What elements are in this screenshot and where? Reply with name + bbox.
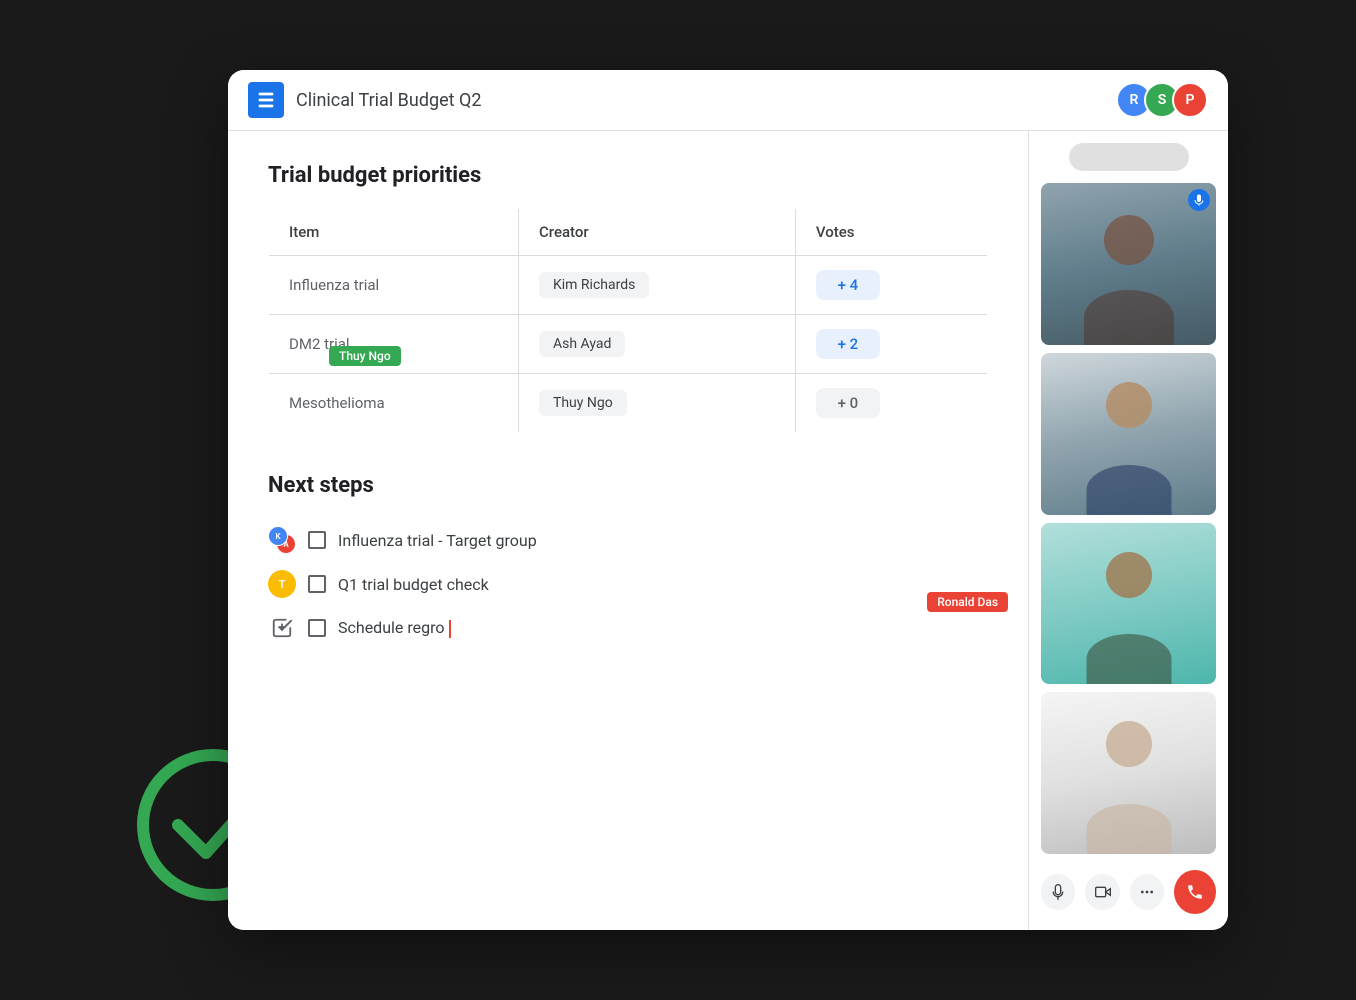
end-call-button[interactable] [1174,870,1216,914]
item-cell-1: Influenza trial [269,256,519,315]
list-item: Schedule regro Ronald Das [268,606,988,650]
video-tile-1 [1041,183,1216,345]
mic-active-badge [1188,189,1210,211]
task-text-2: Q1 trial budget check [338,575,988,594]
votes-cell-1: + 4 [795,256,987,315]
creator-chip-3: Thuy Ngo [539,390,627,416]
document-area: Trial budget priorities Item Creator Vot… [228,131,1028,930]
cursor-tooltip-ronald: Ronald Das [927,592,1008,612]
cursor-tooltip-thuy: Thuy Ngo [329,346,401,366]
col-creator: Creator [518,209,795,256]
section1-title: Trial budget priorities [268,163,988,188]
vote-badge-3[interactable]: + 0 [816,388,880,418]
col-item: Item [269,209,519,256]
votes-cell-2: + 2 [795,315,987,374]
video-tile-2 [1041,353,1216,515]
section2-title: Next steps [268,473,988,498]
task-checkbox-2[interactable] [308,575,326,593]
assignee-avatar-single-2: T [268,570,296,598]
list-item: K A Influenza trial - Target group [268,518,988,562]
votes-cell-3: + 0 [795,374,987,433]
assignee-avatar-group-1: K A [268,526,296,554]
creator-cell-2: Ash Ayad [518,315,795,374]
creator-chip-2: Ash Ayad [539,331,625,357]
col-votes: Votes [795,209,987,256]
budget-table: Item Creator Votes Influenza trial Kim R… [268,208,988,433]
task-text-3: Schedule regro Ronald Das [338,618,988,638]
cursor-caret-ronald [449,620,451,638]
next-steps-section: Next steps K A Influenza trial - Target … [268,473,988,650]
table-row: Influenza trial Kim Richards + 4 [269,256,988,315]
header-avatars: R S P [1116,82,1208,118]
video-tile-4 [1041,692,1216,854]
task-list: K A Influenza trial - Target group T Q1 … [268,518,988,650]
creator-cell-1: Kim Richards [518,256,795,315]
header: Clinical Trial Budget Q2 R S P [228,70,1228,131]
task-checkbox-3[interactable] [308,619,326,637]
avatar-small-1: K [268,526,288,546]
main-window: Clinical Trial Budget Q2 R S P Trial bud… [228,70,1228,930]
vote-badge-1[interactable]: + 4 [816,270,880,300]
mic-button[interactable] [1041,874,1075,910]
content-area: Trial budget priorities Item Creator Vot… [228,131,1228,930]
creator-cell-3: Thuy Ngo [518,374,795,433]
creator-chip-1: Kim Richards [539,272,649,298]
header-title: Clinical Trial Budget Q2 [296,90,1116,111]
video-tile-3 [1041,523,1216,685]
video-controls [1041,862,1216,918]
item-cell-3: Thuy Ngo Mesothelioma [269,374,519,433]
vote-badge-2[interactable]: + 2 [816,329,880,359]
more-button[interactable] [1130,874,1164,910]
table-row: Thuy Ngo Mesothelioma Thuy Ngo + 0 [269,374,988,433]
camera-button[interactable] [1085,874,1119,910]
task-add-icon [268,614,296,642]
video-panel [1028,131,1228,930]
document-icon [248,82,284,118]
list-item: T Q1 trial budget check [268,562,988,606]
video-panel-pill [1069,143,1189,171]
task-checkbox-1[interactable] [308,531,326,549]
avatar-p[interactable]: P [1172,82,1208,118]
task-text-1: Influenza trial - Target group [338,531,988,550]
